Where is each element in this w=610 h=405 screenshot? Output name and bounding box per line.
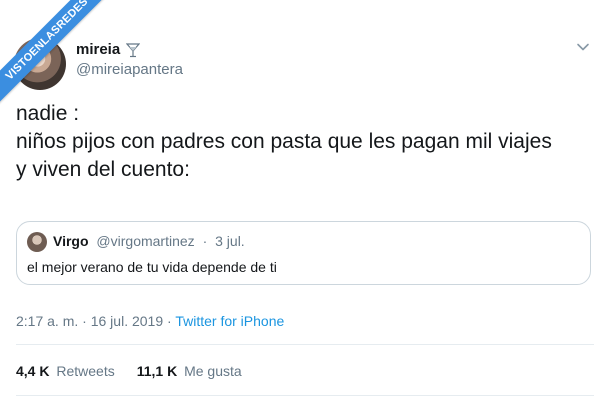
watermark-text: VISTOENLASREDES [0,0,110,107]
chevron-down-icon[interactable] [576,40,590,54]
likes-stat[interactable]: 11,1 K Me gusta [137,363,242,379]
tweet-time[interactable]: 2:17 a. m. [16,313,78,329]
quoted-name: Virgo [53,233,89,249]
quoted-text: el mejor verano de tu vida depende de ti [27,259,277,275]
quoted-handle: @virgomartinez [96,233,195,249]
quoted-separator: · [202,233,208,249]
tweet-stats: 4,4 K Retweets 11,1 K Me gusta [16,363,242,379]
retweets-stat[interactable]: 4,4 K Retweets [16,363,115,379]
tweet-meta: 2:17 a. m. · 16 jul. 2019 · Twitter for … [16,313,284,329]
quoted-date: 3 jul. [215,233,245,249]
tweet-line: y viven del cuento: [16,158,190,181]
quoted-tweet[interactable]: Virgo @virgomartinez · 3 jul. el mejor v… [16,221,591,285]
tweet-card: VISTOENLASREDES mireia @mireiapantera na… [0,0,610,405]
tweet-text: nadie : niños pijos con padres con pasta… [16,100,596,184]
likes-count: 11,1 K [136,363,178,379]
tweet-date[interactable]: 16 jul. 2019 [91,313,163,329]
retweets-count: 4,4 K [16,363,50,379]
meta-separator: · [82,313,87,329]
divider [16,395,594,396]
watermark-ribbon: VISTOENLASREDES [0,0,110,110]
divider [16,344,594,345]
tweet-source-link[interactable]: Twitter for iPhone [175,313,284,329]
likes-label: Me gusta [184,363,242,379]
meta-separator: · [167,313,172,329]
retweets-label: Retweets [56,363,115,379]
quoted-header: Virgo @virgomartinez · 3 jul. [53,233,245,249]
tweet-line: niños pijos con padres con pasta que les… [16,130,552,153]
quoted-avatar [27,232,47,252]
cocktail-glass-icon [125,42,141,58]
